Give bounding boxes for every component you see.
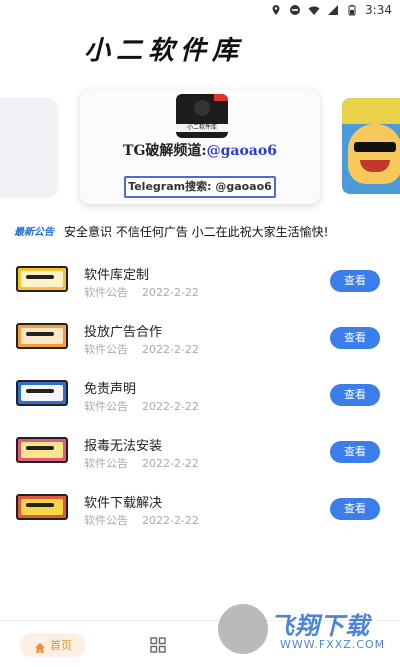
item-meta: 软件公告 2022-2-22 bbox=[84, 512, 199, 528]
item-thumbnail bbox=[16, 323, 68, 349]
view-button[interactable]: 查看 bbox=[330, 384, 380, 406]
watermark-url: WWW.FXXZ.COM bbox=[280, 638, 386, 651]
notice-text: 安全意识 不信任何广告 小二在此祝大家生活愉快! bbox=[64, 225, 329, 239]
list-item[interactable]: 投放广告合作 软件公告 2022-2-22 查看 bbox=[0, 313, 400, 369]
notice-bar: 最新公告 安全意识 不信任何广告 小二在此祝大家生活愉快! bbox=[0, 220, 400, 244]
avatar-caption: 小二软件库 bbox=[186, 124, 217, 131]
status-icons: 3:34 bbox=[270, 3, 392, 17]
banner-prev-card[interactable] bbox=[0, 98, 56, 194]
signal-icon bbox=[327, 4, 339, 16]
item-category: 软件公告 bbox=[84, 514, 128, 527]
battery-icon bbox=[346, 4, 358, 16]
item-meta: 软件公告 2022-2-22 bbox=[84, 284, 199, 300]
cartoon-face-image bbox=[348, 124, 400, 184]
item-date: 2022-2-22 bbox=[142, 400, 199, 413]
item-category: 软件公告 bbox=[84, 457, 128, 470]
item-title: 软件库定制 bbox=[84, 268, 150, 283]
list-item[interactable]: 软件库定制 软件公告 2022-2-22 查看 bbox=[0, 256, 400, 312]
status-bar: 3:34 bbox=[0, 0, 400, 22]
item-meta: 软件公告 2022-2-22 bbox=[84, 398, 199, 414]
list-item[interactable]: 软件下载解决 软件公告 2022-2-22 查看 bbox=[0, 484, 400, 540]
item-date: 2022-2-22 bbox=[142, 514, 199, 527]
item-category: 软件公告 bbox=[84, 400, 128, 413]
view-button[interactable]: 查看 bbox=[330, 441, 380, 463]
banner-headline: TG破解频道:@gaoao6 bbox=[80, 140, 320, 160]
item-date: 2022-2-22 bbox=[142, 343, 199, 356]
home-icon bbox=[34, 639, 46, 653]
item-category: 软件公告 bbox=[84, 343, 128, 356]
wifi-icon bbox=[308, 4, 320, 16]
status-time: 3:34 bbox=[365, 3, 392, 17]
location-icon bbox=[270, 4, 282, 16]
item-thumbnail bbox=[16, 380, 68, 406]
minus-circle-icon bbox=[289, 4, 301, 16]
item-thumbnail bbox=[16, 437, 68, 463]
item-thumbnail bbox=[16, 266, 68, 292]
item-title: 软件下载解决 bbox=[84, 496, 163, 511]
nav-home-label: 首页 bbox=[50, 639, 72, 652]
nav-home-button[interactable]: 首页 bbox=[20, 633, 86, 657]
banner-main-card[interactable]: 小二软件库 TG破解频道:@gaoao6 Telegram搜索: @gaoao6 bbox=[80, 90, 320, 204]
item-meta: 软件公告 2022-2-22 bbox=[84, 341, 199, 357]
list-item[interactable]: 报毒无法安装 软件公告 2022-2-22 查看 bbox=[0, 427, 400, 483]
item-date: 2022-2-22 bbox=[142, 286, 199, 299]
item-title: 免责声明 bbox=[84, 382, 137, 397]
grid-icon[interactable] bbox=[150, 637, 166, 653]
item-category: 软件公告 bbox=[84, 286, 128, 299]
list-item[interactable]: 免责声明 软件公告 2022-2-22 查看 bbox=[0, 370, 400, 426]
telegram-search-box: Telegram搜索: @gaoao6 bbox=[124, 176, 276, 198]
view-button[interactable]: 查看 bbox=[330, 270, 380, 292]
channel-avatar-image: 小二软件库 bbox=[176, 94, 228, 138]
item-date: 2022-2-22 bbox=[142, 457, 199, 470]
watermark: 飞翔下载 WWW.FXXZ.COM bbox=[218, 600, 398, 660]
watermark-title: 飞翔下载 bbox=[270, 612, 370, 640]
watermark-logo bbox=[218, 604, 268, 654]
notice-badge: 最新公告 bbox=[14, 227, 54, 238]
app-title: 小二软件库 bbox=[84, 36, 245, 66]
item-meta: 软件公告 2022-2-22 bbox=[84, 455, 199, 471]
view-button[interactable]: 查看 bbox=[330, 498, 380, 520]
item-thumbnail bbox=[16, 494, 68, 520]
banner-headline-prefix: TG破解频道: bbox=[123, 143, 207, 159]
banner-headline-handle: @gaoao6 bbox=[206, 143, 277, 159]
banner-next-card[interactable] bbox=[342, 98, 400, 194]
item-title: 投放广告合作 bbox=[84, 325, 163, 340]
item-title: 报毒无法安装 bbox=[84, 439, 163, 454]
view-button[interactable]: 查看 bbox=[330, 327, 380, 349]
